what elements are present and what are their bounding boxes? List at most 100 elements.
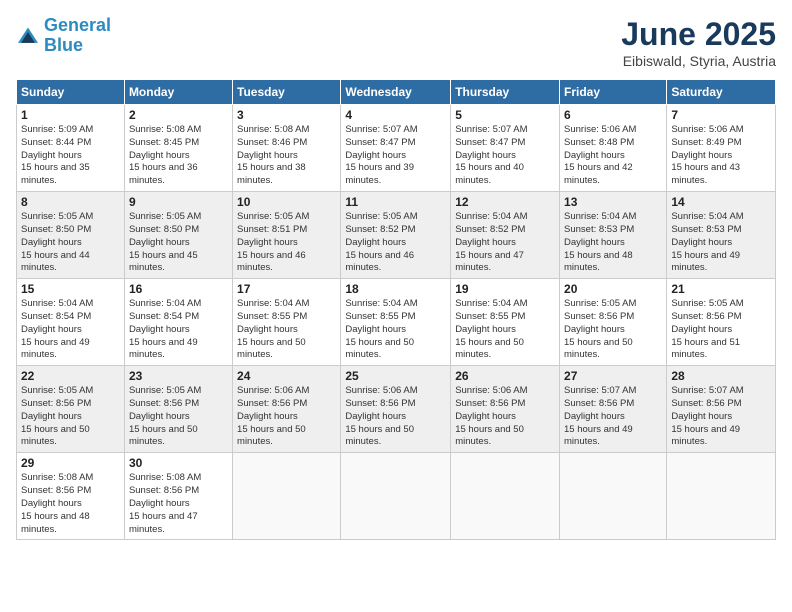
day-number: 2 [129,108,228,122]
day-number: 28 [671,369,771,383]
day-detail: Sunrise: 5:07 AM Sunset: 8:56 PM Dayligh… [671,385,771,449]
calendar-cell-11: 11 Sunrise: 5:05 AM Sunset: 8:52 PM Dayl… [341,192,451,279]
weekday-header-row: Sunday Monday Tuesday Wednesday Thursday… [17,80,776,105]
day-number: 15 [21,282,120,296]
calendar-cell-21: 21 Sunrise: 5:05 AM Sunset: 8:56 PM Dayl… [667,279,776,366]
calendar-cell-8: 8 Sunrise: 5:05 AM Sunset: 8:50 PM Dayli… [17,192,125,279]
day-detail: Sunrise: 5:08 AM Sunset: 8:56 PM Dayligh… [129,472,228,536]
day-detail: Sunrise: 5:04 AM Sunset: 8:53 PM Dayligh… [671,211,771,275]
day-detail: Sunrise: 5:04 AM Sunset: 8:55 PM Dayligh… [455,298,555,362]
calendar-cell-20: 20 Sunrise: 5:05 AM Sunset: 8:56 PM Dayl… [560,279,667,366]
day-number: 27 [564,369,662,383]
location: Eibiswald, Styria, Austria [621,53,776,69]
calendar-cell-14: 14 Sunrise: 5:04 AM Sunset: 8:53 PM Dayl… [667,192,776,279]
day-detail: Sunrise: 5:04 AM Sunset: 8:55 PM Dayligh… [237,298,336,362]
day-number: 11 [345,195,446,209]
day-number: 16 [129,282,228,296]
day-number: 17 [237,282,336,296]
day-detail: Sunrise: 5:05 AM Sunset: 8:56 PM Dayligh… [564,298,662,362]
calendar-cell-13: 13 Sunrise: 5:04 AM Sunset: 8:53 PM Dayl… [560,192,667,279]
header-saturday: Saturday [667,80,776,105]
day-number: 4 [345,108,446,122]
calendar-table: Sunday Monday Tuesday Wednesday Thursday… [16,79,776,540]
day-detail: Sunrise: 5:04 AM Sunset: 8:53 PM Dayligh… [564,211,662,275]
day-number: 30 [129,456,228,470]
day-number: 6 [564,108,662,122]
calendar-cell-5: 5 Sunrise: 5:07 AM Sunset: 8:47 PM Dayli… [451,105,560,192]
day-detail: Sunrise: 5:05 AM Sunset: 8:56 PM Dayligh… [129,385,228,449]
day-detail: Sunrise: 5:05 AM Sunset: 8:56 PM Dayligh… [21,385,120,449]
day-detail: Sunrise: 5:09 AM Sunset: 8:44 PM Dayligh… [21,124,120,188]
day-detail: Sunrise: 5:06 AM Sunset: 8:56 PM Dayligh… [237,385,336,449]
day-number: 8 [21,195,120,209]
day-number: 13 [564,195,662,209]
calendar-cell-22: 22 Sunrise: 5:05 AM Sunset: 8:56 PM Dayl… [17,366,125,453]
week-row-4: 22 Sunrise: 5:05 AM Sunset: 8:56 PM Dayl… [17,366,776,453]
day-detail: Sunrise: 5:07 AM Sunset: 8:47 PM Dayligh… [455,124,555,188]
header: General Blue June 2025 Eibiswald, Styria… [16,16,776,69]
calendar-cell-7: 7 Sunrise: 5:06 AM Sunset: 8:49 PM Dayli… [667,105,776,192]
calendar-cell-27: 27 Sunrise: 5:07 AM Sunset: 8:56 PM Dayl… [560,366,667,453]
title-block: June 2025 Eibiswald, Styria, Austria [621,16,776,69]
day-detail: Sunrise: 5:06 AM Sunset: 8:49 PM Dayligh… [671,124,771,188]
calendar-cell-26: 26 Sunrise: 5:06 AM Sunset: 8:56 PM Dayl… [451,366,560,453]
week-row-2: 8 Sunrise: 5:05 AM Sunset: 8:50 PM Dayli… [17,192,776,279]
day-number: 1 [21,108,120,122]
day-detail: Sunrise: 5:05 AM Sunset: 8:51 PM Dayligh… [237,211,336,275]
calendar-cell-empty [341,453,451,540]
day-detail: Sunrise: 5:05 AM Sunset: 8:56 PM Dayligh… [671,298,771,362]
day-number: 5 [455,108,555,122]
day-number: 7 [671,108,771,122]
day-number: 24 [237,369,336,383]
calendar-cell-19: 19 Sunrise: 5:04 AM Sunset: 8:55 PM Dayl… [451,279,560,366]
header-sunday: Sunday [17,80,125,105]
calendar-cell-28: 28 Sunrise: 5:07 AM Sunset: 8:56 PM Dayl… [667,366,776,453]
day-detail: Sunrise: 5:08 AM Sunset: 8:45 PM Dayligh… [129,124,228,188]
day-number: 20 [564,282,662,296]
calendar-cell-15: 15 Sunrise: 5:04 AM Sunset: 8:54 PM Dayl… [17,279,125,366]
day-detail: Sunrise: 5:06 AM Sunset: 8:48 PM Dayligh… [564,124,662,188]
page: General Blue June 2025 Eibiswald, Styria… [0,0,792,612]
day-detail: Sunrise: 5:07 AM Sunset: 8:56 PM Dayligh… [564,385,662,449]
header-thursday: Thursday [451,80,560,105]
day-number: 29 [21,456,120,470]
calendar-cell-16: 16 Sunrise: 5:04 AM Sunset: 8:54 PM Dayl… [124,279,232,366]
week-row-1: 1 Sunrise: 5:09 AM Sunset: 8:44 PM Dayli… [17,105,776,192]
calendar-cell-10: 10 Sunrise: 5:05 AM Sunset: 8:51 PM Dayl… [233,192,341,279]
header-friday: Friday [560,80,667,105]
calendar-cell-12: 12 Sunrise: 5:04 AM Sunset: 8:52 PM Dayl… [451,192,560,279]
calendar-cell-3: 3 Sunrise: 5:08 AM Sunset: 8:46 PM Dayli… [233,105,341,192]
day-number: 12 [455,195,555,209]
day-number: 23 [129,369,228,383]
day-number: 22 [21,369,120,383]
logo: General Blue [16,16,111,56]
day-detail: Sunrise: 5:05 AM Sunset: 8:50 PM Dayligh… [129,211,228,275]
day-detail: Sunrise: 5:04 AM Sunset: 8:54 PM Dayligh… [129,298,228,362]
day-detail: Sunrise: 5:07 AM Sunset: 8:47 PM Dayligh… [345,124,446,188]
day-detail: Sunrise: 5:06 AM Sunset: 8:56 PM Dayligh… [345,385,446,449]
header-wednesday: Wednesday [341,80,451,105]
day-detail: Sunrise: 5:05 AM Sunset: 8:50 PM Dayligh… [21,211,120,275]
day-number: 21 [671,282,771,296]
calendar-cell-9: 9 Sunrise: 5:05 AM Sunset: 8:50 PM Dayli… [124,192,232,279]
calendar-cell-empty [560,453,667,540]
calendar-cell-4: 4 Sunrise: 5:07 AM Sunset: 8:47 PM Dayli… [341,105,451,192]
day-number: 3 [237,108,336,122]
day-detail: Sunrise: 5:04 AM Sunset: 8:52 PM Dayligh… [455,211,555,275]
day-number: 14 [671,195,771,209]
week-row-3: 15 Sunrise: 5:04 AM Sunset: 8:54 PM Dayl… [17,279,776,366]
week-row-5: 29 Sunrise: 5:08 AM Sunset: 8:56 PM Dayl… [17,453,776,540]
day-number: 19 [455,282,555,296]
calendar-cell-2: 2 Sunrise: 5:08 AM Sunset: 8:45 PM Dayli… [124,105,232,192]
header-tuesday: Tuesday [233,80,341,105]
day-number: 18 [345,282,446,296]
calendar-cell-6: 6 Sunrise: 5:06 AM Sunset: 8:48 PM Dayli… [560,105,667,192]
day-number: 9 [129,195,228,209]
calendar-cell-empty [667,453,776,540]
day-detail: Sunrise: 5:08 AM Sunset: 8:56 PM Dayligh… [21,472,120,536]
header-monday: Monday [124,80,232,105]
calendar-cell-empty [233,453,341,540]
day-detail: Sunrise: 5:04 AM Sunset: 8:55 PM Dayligh… [345,298,446,362]
day-detail: Sunrise: 5:06 AM Sunset: 8:56 PM Dayligh… [455,385,555,449]
calendar-cell-empty [451,453,560,540]
